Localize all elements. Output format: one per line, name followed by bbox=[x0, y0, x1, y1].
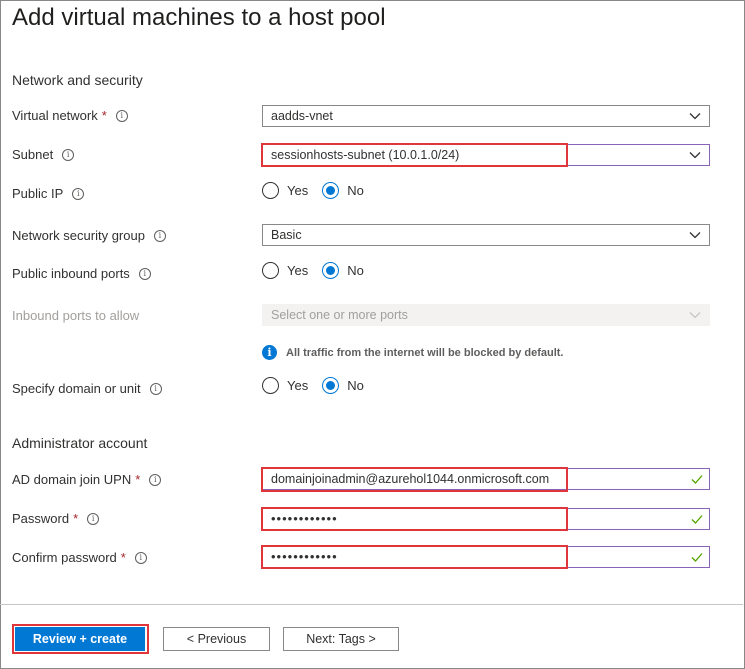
virtual-network-dropdown[interactable]: aadds-vnet bbox=[262, 105, 710, 127]
public-ip-label-text: Public IP bbox=[12, 186, 64, 201]
public-ip-yes-label[interactable]: Yes bbox=[287, 183, 308, 198]
specify-domain-no-label[interactable]: No bbox=[347, 378, 364, 393]
checkmark-icon bbox=[691, 515, 703, 524]
section-administrator-account: Administrator account bbox=[12, 435, 148, 451]
info-icon[interactable]: i bbox=[115, 109, 128, 122]
traffic-note: i All traffic from the internet will be … bbox=[262, 345, 563, 360]
public-inbound-label-text: Public inbound ports bbox=[12, 266, 130, 281]
password-value: •••••••••••• bbox=[271, 511, 338, 526]
public-ip-yes-radio[interactable] bbox=[262, 182, 279, 199]
public-ip-no-radio[interactable] bbox=[322, 182, 340, 199]
specify-domain-no-radio[interactable] bbox=[322, 377, 340, 394]
next-tags-button[interactable]: Next: Tags > bbox=[283, 627, 399, 651]
chevron-down-icon bbox=[689, 152, 701, 159]
nsg-label-text: Network security group bbox=[12, 228, 145, 243]
inbound-ports-label: Inbound ports to allow bbox=[12, 308, 139, 323]
footer-divider bbox=[0, 604, 743, 605]
virtual-network-label: Virtual network * i bbox=[12, 108, 128, 123]
inbound-ports-dropdown: Select one or more ports bbox=[262, 304, 710, 326]
ad-upn-label: AD domain join UPN * i bbox=[12, 472, 162, 487]
chevron-down-icon bbox=[689, 232, 701, 239]
confirm-password-input[interactable]: •••••••••••• bbox=[262, 546, 710, 568]
specify-domain-yes-label[interactable]: Yes bbox=[287, 378, 308, 393]
specify-domain-radio-group: Yes No bbox=[262, 377, 378, 394]
info-circle-icon: i bbox=[262, 345, 277, 360]
review-create-button[interactable]: Review + create bbox=[15, 627, 145, 651]
nsg-label: Network security group i bbox=[12, 228, 166, 243]
password-label: Password * i bbox=[12, 511, 100, 526]
required-asterisk: * bbox=[135, 472, 141, 487]
public-ip-label: Public IP i bbox=[12, 186, 85, 201]
subnet-dropdown[interactable]: sessionhosts-subnet (10.0.1.0/24) bbox=[262, 144, 710, 166]
inbound-ports-label-text: Inbound ports to allow bbox=[12, 308, 140, 323]
required-asterisk: * bbox=[101, 108, 107, 123]
info-icon[interactable]: i bbox=[149, 473, 162, 486]
public-ip-radio-group: Yes No bbox=[262, 182, 378, 199]
password-label-text: Password bbox=[12, 511, 70, 526]
subnet-value: sessionhosts-subnet (10.0.1.0/24) bbox=[271, 148, 460, 162]
info-icon[interactable]: i bbox=[87, 512, 100, 525]
required-asterisk: * bbox=[120, 550, 126, 565]
info-icon[interactable]: i bbox=[153, 229, 166, 242]
ad-upn-input[interactable]: domainjoinadmin@azurehol1044.onmicrosoft… bbox=[262, 468, 710, 490]
info-icon[interactable]: i bbox=[62, 148, 75, 161]
confirm-password-value: •••••••••••• bbox=[271, 549, 338, 564]
public-inbound-no-radio[interactable] bbox=[322, 262, 340, 279]
confirm-password-label-text: Confirm password bbox=[12, 550, 117, 565]
chevron-down-icon bbox=[689, 312, 701, 319]
nsg-dropdown[interactable]: Basic bbox=[262, 224, 710, 246]
specify-domain-label-text: Specify domain or unit bbox=[12, 381, 141, 396]
virtual-network-value: aadds-vnet bbox=[271, 109, 333, 123]
checkmark-icon bbox=[691, 553, 703, 562]
traffic-note-text: All traffic from the internet will be bl… bbox=[286, 346, 564, 359]
public-inbound-yes-radio[interactable] bbox=[262, 262, 279, 279]
dialog-frame bbox=[0, 0, 745, 669]
public-inbound-yes-label[interactable]: Yes bbox=[287, 263, 308, 278]
checkmark-icon bbox=[691, 475, 703, 484]
public-inbound-radio-group: Yes No bbox=[262, 262, 378, 279]
nsg-value: Basic bbox=[271, 228, 302, 242]
ad-upn-label-text: AD domain join UPN bbox=[12, 472, 132, 487]
info-icon[interactable]: i bbox=[72, 187, 85, 200]
subnet-label: Subnet i bbox=[12, 147, 75, 162]
public-ip-no-label[interactable]: No bbox=[347, 183, 364, 198]
specify-domain-label: Specify domain or unit i bbox=[12, 381, 162, 396]
info-icon[interactable]: i bbox=[138, 267, 151, 280]
password-input[interactable]: •••••••••••• bbox=[262, 508, 710, 530]
info-icon[interactable]: i bbox=[134, 551, 147, 564]
previous-button[interactable]: < Previous bbox=[163, 627, 270, 651]
specify-domain-yes-radio[interactable] bbox=[262, 377, 279, 394]
virtual-network-label-text: Virtual network bbox=[12, 108, 98, 123]
info-icon[interactable]: i bbox=[149, 382, 162, 395]
chevron-down-icon bbox=[689, 113, 701, 120]
public-inbound-label: Public inbound ports i bbox=[12, 266, 151, 281]
subnet-label-text: Subnet bbox=[12, 147, 54, 162]
page-title: Add virtual machines to a host pool bbox=[12, 4, 386, 31]
confirm-password-label: Confirm password * i bbox=[12, 550, 147, 565]
inbound-ports-placeholder: Select one or more ports bbox=[271, 308, 408, 322]
section-network-security: Network and security bbox=[12, 72, 143, 88]
required-asterisk: * bbox=[73, 511, 79, 526]
ad-upn-value: domainjoinadmin@azurehol1044.onmicrosoft… bbox=[271, 472, 550, 486]
public-inbound-no-label[interactable]: No bbox=[347, 263, 364, 278]
